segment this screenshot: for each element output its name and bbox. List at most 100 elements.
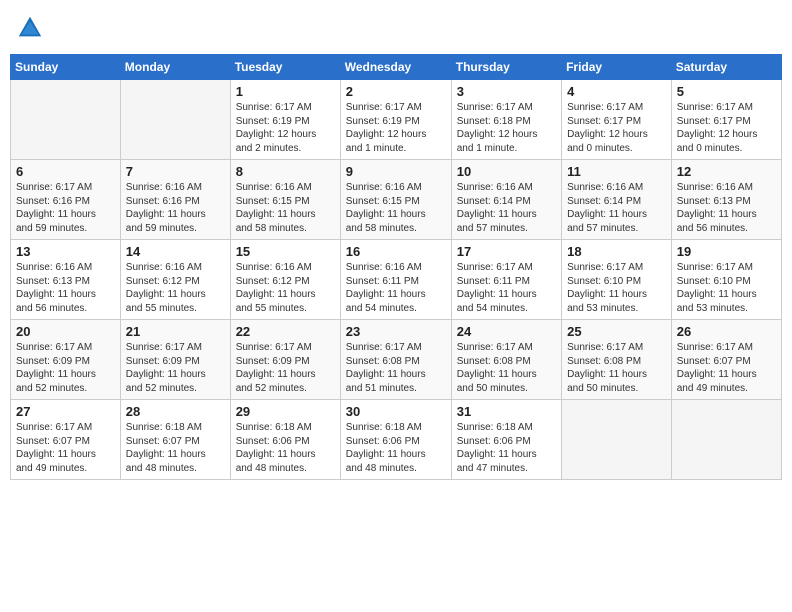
- calendar-cell: 10Sunrise: 6:16 AM Sunset: 6:14 PM Dayli…: [451, 160, 561, 240]
- day-number: 12: [677, 164, 776, 179]
- day-number: 5: [677, 84, 776, 99]
- day-number: 16: [346, 244, 446, 259]
- day-info: Sunrise: 6:17 AM Sunset: 6:17 PM Dayligh…: [677, 101, 776, 155]
- calendar-cell: 7 Sunrise: 6:16 AM Sunset: 6:16 PM Daylig…: [120, 160, 230, 240]
- week-row-4: 20 Sunrise: 6:17 AM Sunset: 6:09 PM Dayli…: [11, 320, 782, 400]
- calendar-cell: [562, 400, 672, 480]
- day-info: Sunrise: 6:17 AM Sunset: 6:09 PM Dayligh…: [236, 341, 335, 395]
- calendar-cell: 5 Sunrise: 6:17 AM Sunset: 6:17 PM Daylig…: [671, 80, 781, 160]
- day-number: 8: [236, 164, 335, 179]
- calendar-cell: [671, 400, 781, 480]
- calendar-cell: 4 Sunrise: 6:17 AM Sunset: 6:17 PM Daylig…: [562, 80, 672, 160]
- weekday-header-sunday: Sunday: [11, 55, 121, 80]
- calendar-cell: 3 Sunrise: 6:17 AM Sunset: 6:18 PM Daylig…: [451, 80, 561, 160]
- calendar-cell: 11 Sunrise: 6:16 AM Sunset: 6:14 PM Dayli…: [562, 160, 672, 240]
- calendar-cell: 15 Sunrise: 6:16 AM Sunset: 6:12 PM Dayli…: [230, 240, 340, 320]
- day-info: Sunrise: 6:17 AM Sunset: 6:18 PM Dayligh…: [457, 101, 556, 155]
- calendar-cell: 1Sunrise: 6:17 AM Sunset: 6:19 PM Daylig…: [230, 80, 340, 160]
- day-info: Sunrise: 6:16 AM Sunset: 6:14 PM Dayligh…: [457, 181, 556, 235]
- day-info: Sunrise: 6:16 AM Sunset: 6:13 PM Dayligh…: [16, 261, 115, 315]
- day-number: 11: [567, 164, 666, 179]
- day-info: Sunrise: 6:18 AM Sunset: 6:06 PM Dayligh…: [236, 421, 335, 475]
- week-row-1: 1 Sunrise: 6:17 AM Sunset: 6:19 PM Daylig…: [11, 80, 782, 160]
- day-info: Sunrise: 6:17 AM Sunset: 6:16 PM Dayligh…: [16, 181, 115, 235]
- weekday-header-saturday: Saturday: [671, 55, 781, 80]
- day-info: Sunrise: 6:17 AM Sunset: 6:09 PM Dayligh…: [126, 341, 225, 395]
- day-number: 23: [346, 324, 446, 339]
- calendar-table: SundayMondayTuesdayWednesdayThursdayFrid…: [10, 54, 782, 480]
- calendar-cell: 6 Sunrise: 6:17 AM Sunset: 6:16 PM Daylig…: [11, 160, 121, 240]
- day-number: 30: [346, 404, 446, 419]
- calendar-cell: 17Sunrise: 6:17 AM Sunset: 6:11 PM Dayli…: [451, 240, 561, 320]
- day-number: 20: [16, 324, 115, 339]
- day-info: Sunrise: 6:17 AM Sunset: 6:07 PM Dayligh…: [16, 421, 115, 475]
- weekday-header-thursday: Thursday: [451, 55, 561, 80]
- calendar-cell: 20 Sunrise: 6:17 AM Sunset: 6:09 PM Dayli…: [11, 320, 121, 400]
- weekday-header-tuesday: Tuesday: [230, 55, 340, 80]
- calendar-cell: 14Sunrise: 6:16 AM Sunset: 6:12 PM Dayli…: [120, 240, 230, 320]
- day-info: Sunrise: 6:16 AM Sunset: 6:15 PM Dayligh…: [346, 181, 446, 235]
- day-number: 7: [126, 164, 225, 179]
- day-info: Sunrise: 6:17 AM Sunset: 6:19 PM Dayligh…: [346, 101, 446, 155]
- day-info: Sunrise: 6:17 AM Sunset: 6:10 PM Dayligh…: [567, 261, 666, 315]
- day-number: 2: [346, 84, 446, 99]
- day-info: Sunrise: 6:17 AM Sunset: 6:08 PM Dayligh…: [567, 341, 666, 395]
- day-number: 27: [16, 404, 115, 419]
- calendar-cell: 9 Sunrise: 6:16 AM Sunset: 6:15 PM Daylig…: [340, 160, 451, 240]
- day-info: Sunrise: 6:17 AM Sunset: 6:17 PM Dayligh…: [567, 101, 666, 155]
- calendar-cell: 8Sunrise: 6:16 AM Sunset: 6:15 PM Daylig…: [230, 160, 340, 240]
- day-number: 3: [457, 84, 556, 99]
- calendar-cell: [11, 80, 121, 160]
- calendar-body: 1 Sunrise: 6:17 AM Sunset: 6:19 PM Daylig…: [11, 80, 782, 480]
- day-info: Sunrise: 6:16 AM Sunset: 6:16 PM Dayligh…: [126, 181, 225, 235]
- calendar-cell: 12 Sunrise: 6:16 AM Sunset: 6:13 PM Dayli…: [671, 160, 781, 240]
- calendar-cell: 13 Sunrise: 6:16 AM Sunset: 6:13 PM Dayli…: [11, 240, 121, 320]
- weekday-header-monday: Monday: [120, 55, 230, 80]
- calendar-cell: 29 Sunrise: 6:18 AM Sunset: 6:06 PM Dayli…: [230, 400, 340, 480]
- day-number: 17: [457, 244, 556, 259]
- page-header: [10, 10, 782, 46]
- day-number: 15: [236, 244, 335, 259]
- calendar-cell: 23 Sunrise: 6:17 AM Sunset: 6:08 PM Dayli…: [340, 320, 451, 400]
- day-number: 26: [677, 324, 776, 339]
- weekday-header-friday: Friday: [562, 55, 672, 80]
- day-number: 31: [457, 404, 556, 419]
- day-info: Sunrise: 6:17 AM Sunset: 6:08 PM Dayligh…: [346, 341, 446, 395]
- day-info: Sunrise: 6:17 AM Sunset: 6:10 PM Dayligh…: [677, 261, 776, 315]
- weekday-header-wednesday: Wednesday: [340, 55, 451, 80]
- day-info: Sunrise: 6:17 AM Sunset: 6:09 PM Dayligh…: [16, 341, 115, 395]
- day-number: 6: [16, 164, 115, 179]
- week-row-2: 6 Sunrise: 6:17 AM Sunset: 6:16 PM Daylig…: [11, 160, 782, 240]
- day-number: 21: [126, 324, 225, 339]
- day-number: 13: [16, 244, 115, 259]
- day-info: Sunrise: 6:16 AM Sunset: 6:14 PM Dayligh…: [567, 181, 666, 235]
- day-info: Sunrise: 6:18 AM Sunset: 6:06 PM Dayligh…: [457, 421, 556, 475]
- calendar-cell: [120, 80, 230, 160]
- day-info: Sunrise: 6:18 AM Sunset: 6:07 PM Dayligh…: [126, 421, 225, 475]
- day-info: Sunrise: 6:16 AM Sunset: 6:11 PM Dayligh…: [346, 261, 446, 315]
- day-info: Sunrise: 6:16 AM Sunset: 6:12 PM Dayligh…: [236, 261, 335, 315]
- calendar-cell: 31 Sunrise: 6:18 AM Sunset: 6:06 PM Dayli…: [451, 400, 561, 480]
- day-number: 24: [457, 324, 556, 339]
- weekday-row: SundayMondayTuesdayWednesdayThursdayFrid…: [11, 55, 782, 80]
- day-number: 9: [346, 164, 446, 179]
- calendar-cell: 25 Sunrise: 6:17 AM Sunset: 6:08 PM Dayli…: [562, 320, 672, 400]
- day-number: 14: [126, 244, 225, 259]
- calendar-cell: 22 Sunrise: 6:17 AM Sunset: 6:09 PM Dayli…: [230, 320, 340, 400]
- day-number: 25: [567, 324, 666, 339]
- day-number: 22: [236, 324, 335, 339]
- day-number: 4: [567, 84, 666, 99]
- day-info: Sunrise: 6:16 AM Sunset: 6:13 PM Dayligh…: [677, 181, 776, 235]
- day-info: Sunrise: 6:17 AM Sunset: 6:08 PM Dayligh…: [457, 341, 556, 395]
- calendar-cell: 18Sunrise: 6:17 AM Sunset: 6:10 PM Dayli…: [562, 240, 672, 320]
- week-row-3: 13 Sunrise: 6:16 AM Sunset: 6:13 PM Dayli…: [11, 240, 782, 320]
- calendar-cell: 26Sunrise: 6:17 AM Sunset: 6:07 PM Dayli…: [671, 320, 781, 400]
- week-row-5: 27 Sunrise: 6:17 AM Sunset: 6:07 PM Dayli…: [11, 400, 782, 480]
- day-number: 29: [236, 404, 335, 419]
- calendar-cell: 24 Sunrise: 6:17 AM Sunset: 6:08 PM Dayli…: [451, 320, 561, 400]
- logo-icon: [16, 14, 44, 42]
- calendar-cell: 16 Sunrise: 6:16 AM Sunset: 6:11 PM Dayli…: [340, 240, 451, 320]
- calendar-cell: 27 Sunrise: 6:17 AM Sunset: 6:07 PM Dayli…: [11, 400, 121, 480]
- day-number: 1: [236, 84, 335, 99]
- day-number: 28: [126, 404, 225, 419]
